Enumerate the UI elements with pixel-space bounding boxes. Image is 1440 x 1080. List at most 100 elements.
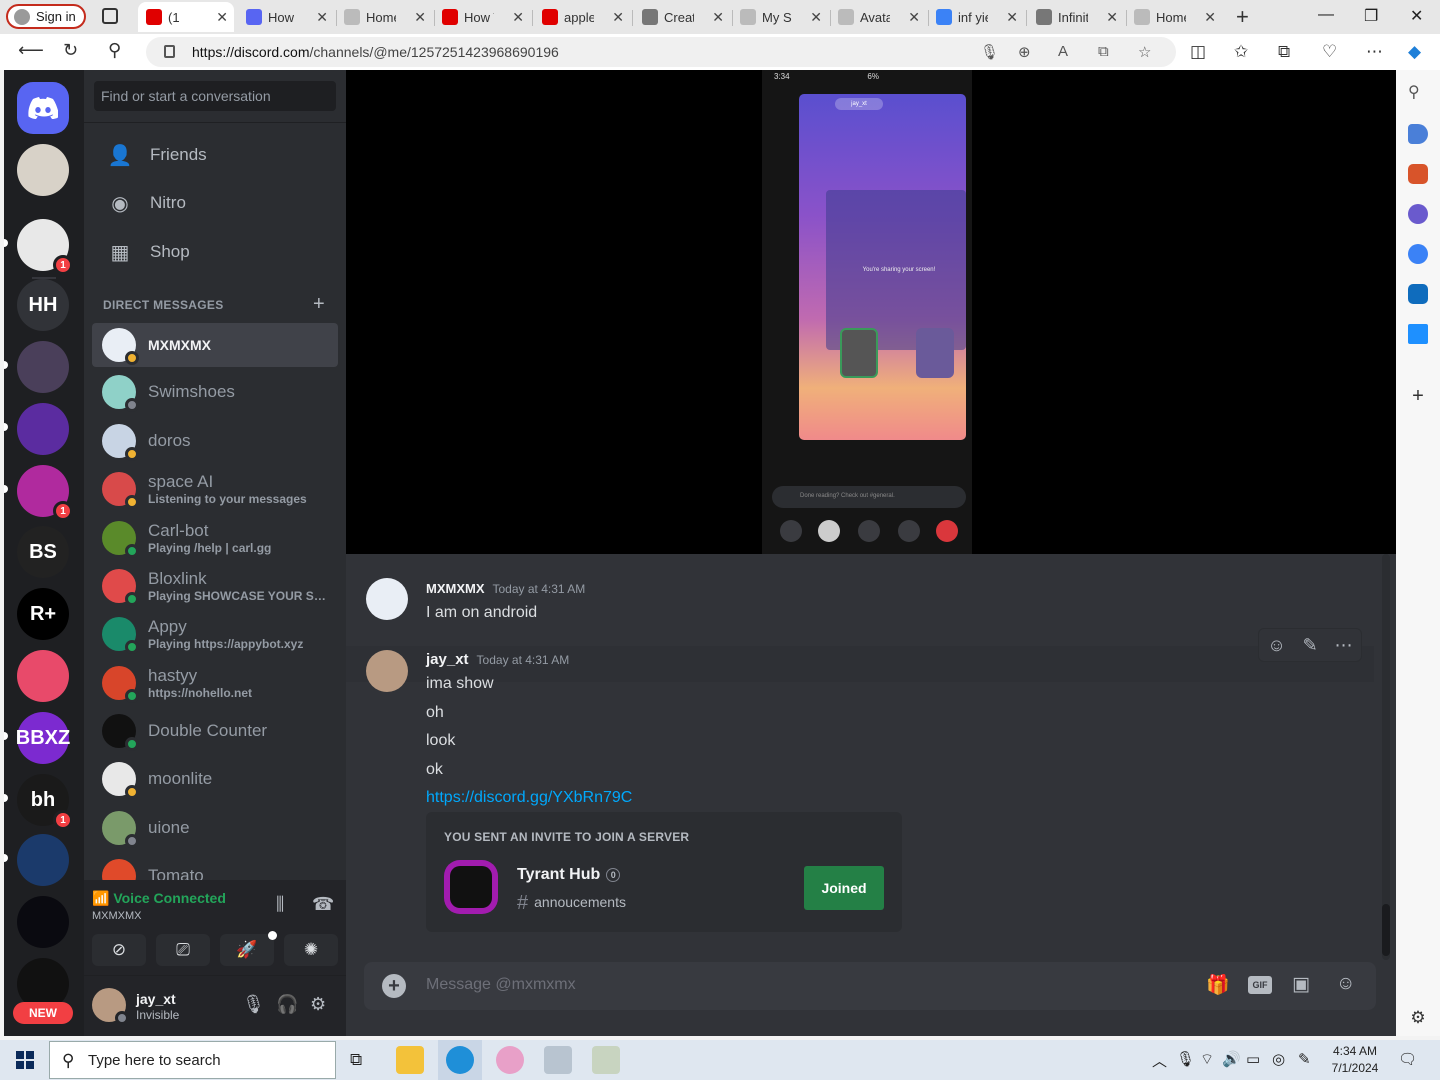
close-tab-icon[interactable]: ✕ — [1006, 9, 1018, 26]
server-icon[interactable] — [444, 860, 498, 914]
message-composer[interactable]: + Message @mxmxmx 🎁 GIF ▣ ☺ — [364, 962, 1376, 1010]
read-aloud-icon[interactable]: A — [1058, 43, 1068, 60]
dm-item[interactable]: MXMXMX — [92, 323, 338, 367]
app-available-icon[interactable]: ⧉ — [1098, 43, 1109, 60]
server-icon[interactable] — [17, 650, 69, 702]
tray-microphone-icon[interactable]: 🎙 — [1176, 1050, 1195, 1068]
message-input[interactable]: Message @mxmxmx — [426, 976, 576, 994]
browser-tab[interactable]: How T ✕ — [434, 2, 530, 32]
split-screen-icon[interactable]: ◫ — [1190, 42, 1206, 62]
outlook-icon[interactable] — [1408, 284, 1428, 304]
find-conversation-button[interactable]: Find or start a conversation — [94, 81, 336, 111]
message-avatar[interactable] — [366, 650, 408, 692]
server-icon[interactable] — [4, 341, 69, 393]
pen-icon[interactable]: ✎ — [1298, 1050, 1311, 1068]
browser-tab[interactable]: Avatar ✕ — [830, 2, 926, 32]
gif-button[interactable]: GIF — [1248, 976, 1272, 994]
noise-suppression-icon[interactable]: ⫼ — [276, 894, 284, 915]
battery-icon[interactable]: ▭ — [1246, 1050, 1260, 1068]
sign-in-button[interactable]: Sign in — [6, 4, 86, 29]
dm-item[interactable]: doros — [92, 419, 338, 463]
refresh-icon[interactable]: ↻ — [63, 40, 78, 61]
dm-item[interactable]: Swimshoes — [92, 370, 338, 414]
message-avatar[interactable] — [366, 578, 408, 620]
edit-pencil-icon[interactable]: ✎ — [1303, 635, 1318, 656]
deafen-headphones-icon[interactable]: 🎧 — [276, 994, 298, 1015]
close-tab-icon[interactable]: ✕ — [810, 9, 822, 26]
activity-button[interactable]: 🚀 — [220, 931, 277, 966]
taskbar-search[interactable]: ⚲ Type here to search — [49, 1041, 336, 1079]
user-settings-gear-icon[interactable]: ⚙ — [310, 994, 326, 1015]
clock[interactable]: 4:34 AM 7/1/2024 — [1324, 1043, 1386, 1077]
close-tab-icon[interactable]: ✕ — [712, 9, 724, 26]
add-sidebar-app-icon[interactable]: + — [1408, 386, 1428, 406]
dm-item[interactable]: BloxlinkPlaying SHOWCASE YOUR SERVER — [92, 564, 338, 608]
browser-tab[interactable]: How d ✕ — [238, 2, 334, 32]
server-icon[interactable]: bh 1 — [4, 774, 73, 830]
dm-item[interactable]: Tomato — [92, 854, 338, 880]
server-icon[interactable] — [17, 896, 69, 948]
sidebar-settings-icon[interactable]: ⚙ — [1408, 1008, 1428, 1028]
server-icon[interactable] — [4, 403, 69, 455]
mute-microphone-icon[interactable]: 🎙 — [242, 994, 265, 1015]
upload-plus-icon[interactable]: + — [382, 974, 406, 998]
copilot-icon[interactable]: ◆ — [1408, 42, 1421, 62]
dm-item[interactable]: Appy Playing https://appybot.xyz — [92, 612, 338, 656]
close-tab-icon[interactable]: ✕ — [414, 9, 426, 26]
scrollbar-thumb[interactable] — [1382, 904, 1390, 956]
show-hidden-icons-chevron-icon[interactable]: ︿ — [1152, 1050, 1167, 1071]
browser-tab[interactable]: Home ✕ — [1126, 2, 1222, 32]
favorite-star-icon[interactable]: ☆ — [1138, 43, 1151, 61]
back-icon[interactable]: ⟵ — [18, 40, 44, 61]
home-button[interactable] — [17, 82, 69, 134]
invite-link[interactable]: https://discord.gg/YXbRn79C — [426, 789, 632, 807]
file-explorer-icon[interactable] — [396, 1046, 424, 1074]
screen-share-button[interactable]: ⎚ — [156, 934, 210, 966]
sticker-icon[interactable]: ▣ — [1292, 973, 1310, 996]
search-icon[interactable]: ⚲ — [108, 40, 121, 61]
notepad-icon[interactable] — [592, 1046, 620, 1074]
screen-share-stream[interactable]: 3:34 6% jay_xt You're sharing your scree… — [346, 70, 1396, 554]
dm-item[interactable]: uione — [92, 806, 338, 850]
task-view-icon[interactable]: ⧉ — [350, 1050, 362, 1070]
volume-icon[interactable]: 🔊 — [1222, 1050, 1241, 1068]
microphone-icon[interactable]: 🎙 — [980, 43, 999, 61]
server-icon[interactable] — [4, 834, 69, 886]
server-icon[interactable]: 1 — [4, 219, 73, 275]
close-tab-icon[interactable]: ✕ — [908, 9, 920, 26]
collections-icon[interactable]: ⧉ — [1278, 42, 1290, 62]
close-tab-icon[interactable]: ✕ — [316, 9, 328, 26]
create-dm-plus-icon[interactable]: + — [313, 293, 325, 316]
soundboard-button[interactable]: ✺ — [284, 934, 338, 966]
close-tab-icon[interactable]: ✕ — [512, 9, 524, 26]
browser-tab[interactable]: (1 ✕ — [138, 2, 234, 32]
nav-friends[interactable]: 👤 Friends — [92, 134, 338, 176]
new-badge[interactable]: NEW — [13, 1002, 73, 1024]
browser-essentials-icon[interactable]: ♡ — [1322, 42, 1337, 62]
tab-actions-icon[interactable] — [102, 8, 118, 24]
browser-tab[interactable]: Infinite ✕ — [1028, 2, 1124, 32]
nav-nitro[interactable]: ◉ Nitro — [92, 182, 338, 224]
close-tab-icon[interactable]: ✕ — [216, 9, 228, 26]
notifications-icon[interactable]: 🗨 — [1398, 1050, 1417, 1068]
invite-server-name[interactable]: Tyrant Hub 0 — [517, 866, 621, 884]
browser-tab[interactable]: Home ✕ — [336, 2, 432, 32]
dm-item[interactable]: Double Counter — [92, 709, 338, 753]
dm-item[interactable]: Carl-bot Playing /help | carl.gg — [92, 516, 338, 560]
camera-off-button[interactable]: ⊘ — [92, 934, 146, 966]
games-icon[interactable] — [1408, 204, 1428, 224]
close-window-button[interactable]: ✕ — [1410, 6, 1423, 26]
edge-browser-icon[interactable] — [446, 1046, 474, 1074]
add-reaction-icon[interactable]: ☺ — [1267, 635, 1285, 656]
browser-tab[interactable]: My Se ✕ — [732, 2, 828, 32]
user-avatar[interactable] — [92, 988, 129, 1025]
restore-button[interactable]: ❐ — [1364, 6, 1378, 26]
camera-icon[interactable]: ◎ — [1272, 1050, 1285, 1068]
browser-tab[interactable]: Create ✕ — [634, 2, 730, 32]
disconnect-icon[interactable]: ☎ — [312, 894, 334, 915]
dm-item[interactable]: moonlite — [92, 757, 338, 801]
server-icon[interactable]: HH — [17, 279, 69, 331]
server-icon[interactable]: 1 — [4, 465, 73, 521]
new-tab-button[interactable]: + — [1236, 4, 1249, 30]
wifi-icon[interactable]: ⌔ — [1200, 1050, 1214, 1069]
